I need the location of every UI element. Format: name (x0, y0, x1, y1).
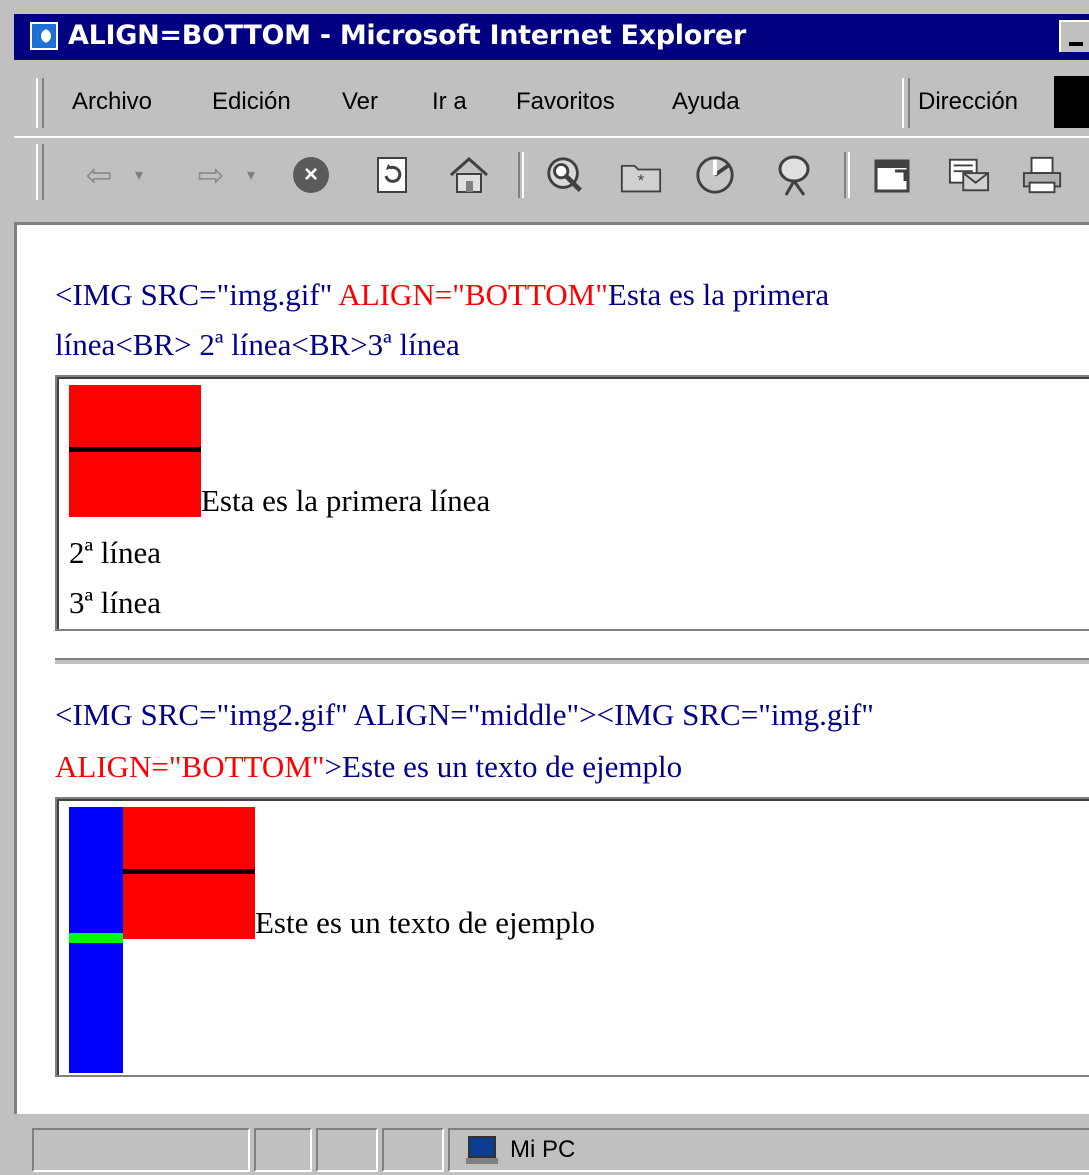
stop-icon[interactable]: × (290, 154, 332, 196)
history-icon[interactable] (694, 154, 736, 196)
menu-grip[interactable] (36, 78, 44, 128)
blue-image (69, 807, 123, 1073)
example1-render-box: Esta es la primera línea 2ª línea 3ª lín… (55, 375, 1089, 631)
toolbar-grip[interactable] (36, 144, 44, 200)
status-panel (382, 1128, 444, 1172)
title-bar: ALIGN=BOTTOM - Microsoft Internet Explor… (14, 14, 1089, 60)
menu-edicion[interactable]: Edición (212, 88, 291, 116)
status-bar: Mi PC (14, 1118, 1089, 1175)
forward-dropdown-icon[interactable]: ▾ (230, 154, 272, 196)
minimize-button[interactable] (1059, 20, 1089, 52)
menu-ayuda[interactable]: Ayuda (672, 88, 740, 116)
menu-archivo[interactable]: Archivo (72, 88, 152, 116)
menu-ir-a[interactable]: Ir a (432, 88, 467, 116)
horizontal-rule (55, 658, 1089, 666)
status-panel (316, 1128, 378, 1172)
address-input[interactable] (1054, 76, 1089, 128)
example2-render-box: Este es un texto de ejemplo (55, 797, 1089, 1077)
example1-code-line1: <IMG SRC="img.gif" ALIGN="BOTTOM"Esta es… (55, 277, 830, 312)
status-panel-main (32, 1128, 250, 1172)
my-computer-icon (466, 1136, 498, 1164)
menu-ver[interactable]: Ver (342, 88, 378, 116)
example1-render-line2: 2ª línea (69, 535, 162, 570)
status-panel (254, 1128, 312, 1172)
example1-code-align: ALIGN="BOTTOM" (338, 277, 608, 312)
menu-favoritos[interactable]: Favoritos (516, 88, 615, 116)
zone-label: Mi PC (510, 1136, 576, 1163)
example2-code-line2: ALIGN="BOTTOM">Este es un texto de ejemp… (55, 749, 683, 784)
example2-code-line1: <IMG SRC="img2.gif" ALIGN="middle"><IMG … (55, 697, 874, 732)
forward-icon[interactable]: ⇨ (190, 154, 232, 196)
example1-code-line2: línea<BR> 2ª línea<BR>3ª línea (55, 327, 460, 362)
channels-icon[interactable] (774, 154, 816, 196)
fullscreen-icon[interactable] (872, 154, 914, 196)
svg-text:*: * (638, 172, 645, 190)
toolbar-separator (518, 152, 524, 198)
back-icon[interactable]: ⇦ (78, 154, 120, 196)
search-icon[interactable] (544, 154, 586, 196)
window-title: ALIGN=BOTTOM - Microsoft Internet Explor… (68, 20, 746, 51)
browser-window: ALIGN=BOTTOM - Microsoft Internet Explor… (0, 0, 1089, 1175)
example1-render-line1: Esta es la primera línea (201, 483, 491, 518)
ie-app-icon (30, 22, 58, 50)
address-grip[interactable] (902, 78, 910, 128)
toolbar-separator (844, 152, 850, 198)
red-image (69, 385, 201, 517)
mail-icon[interactable] (948, 154, 990, 196)
toolbar: ⇦ ▾ ⇨ ▾ × * (14, 136, 1089, 208)
address-label: Dirección (918, 88, 1019, 115)
example2-render-text: Este es un texto de ejemplo (255, 905, 596, 940)
page-content: <IMG SRC="img.gif" ALIGN="BOTTOM"Esta es… (14, 222, 1089, 1114)
menu-bar: Archivo Edición Ver Ir a Favoritos Ayuda… (14, 68, 1089, 134)
back-dropdown-icon[interactable]: ▾ (118, 154, 160, 196)
red-image (123, 807, 255, 939)
print-icon[interactable] (1022, 154, 1064, 196)
refresh-icon[interactable] (372, 154, 414, 196)
example2-code-align: ALIGN="BOTTOM" (55, 749, 325, 784)
example1-render-line3: 3ª línea (69, 585, 162, 620)
home-icon[interactable] (448, 154, 490, 196)
favorites-icon[interactable]: * (620, 154, 662, 196)
